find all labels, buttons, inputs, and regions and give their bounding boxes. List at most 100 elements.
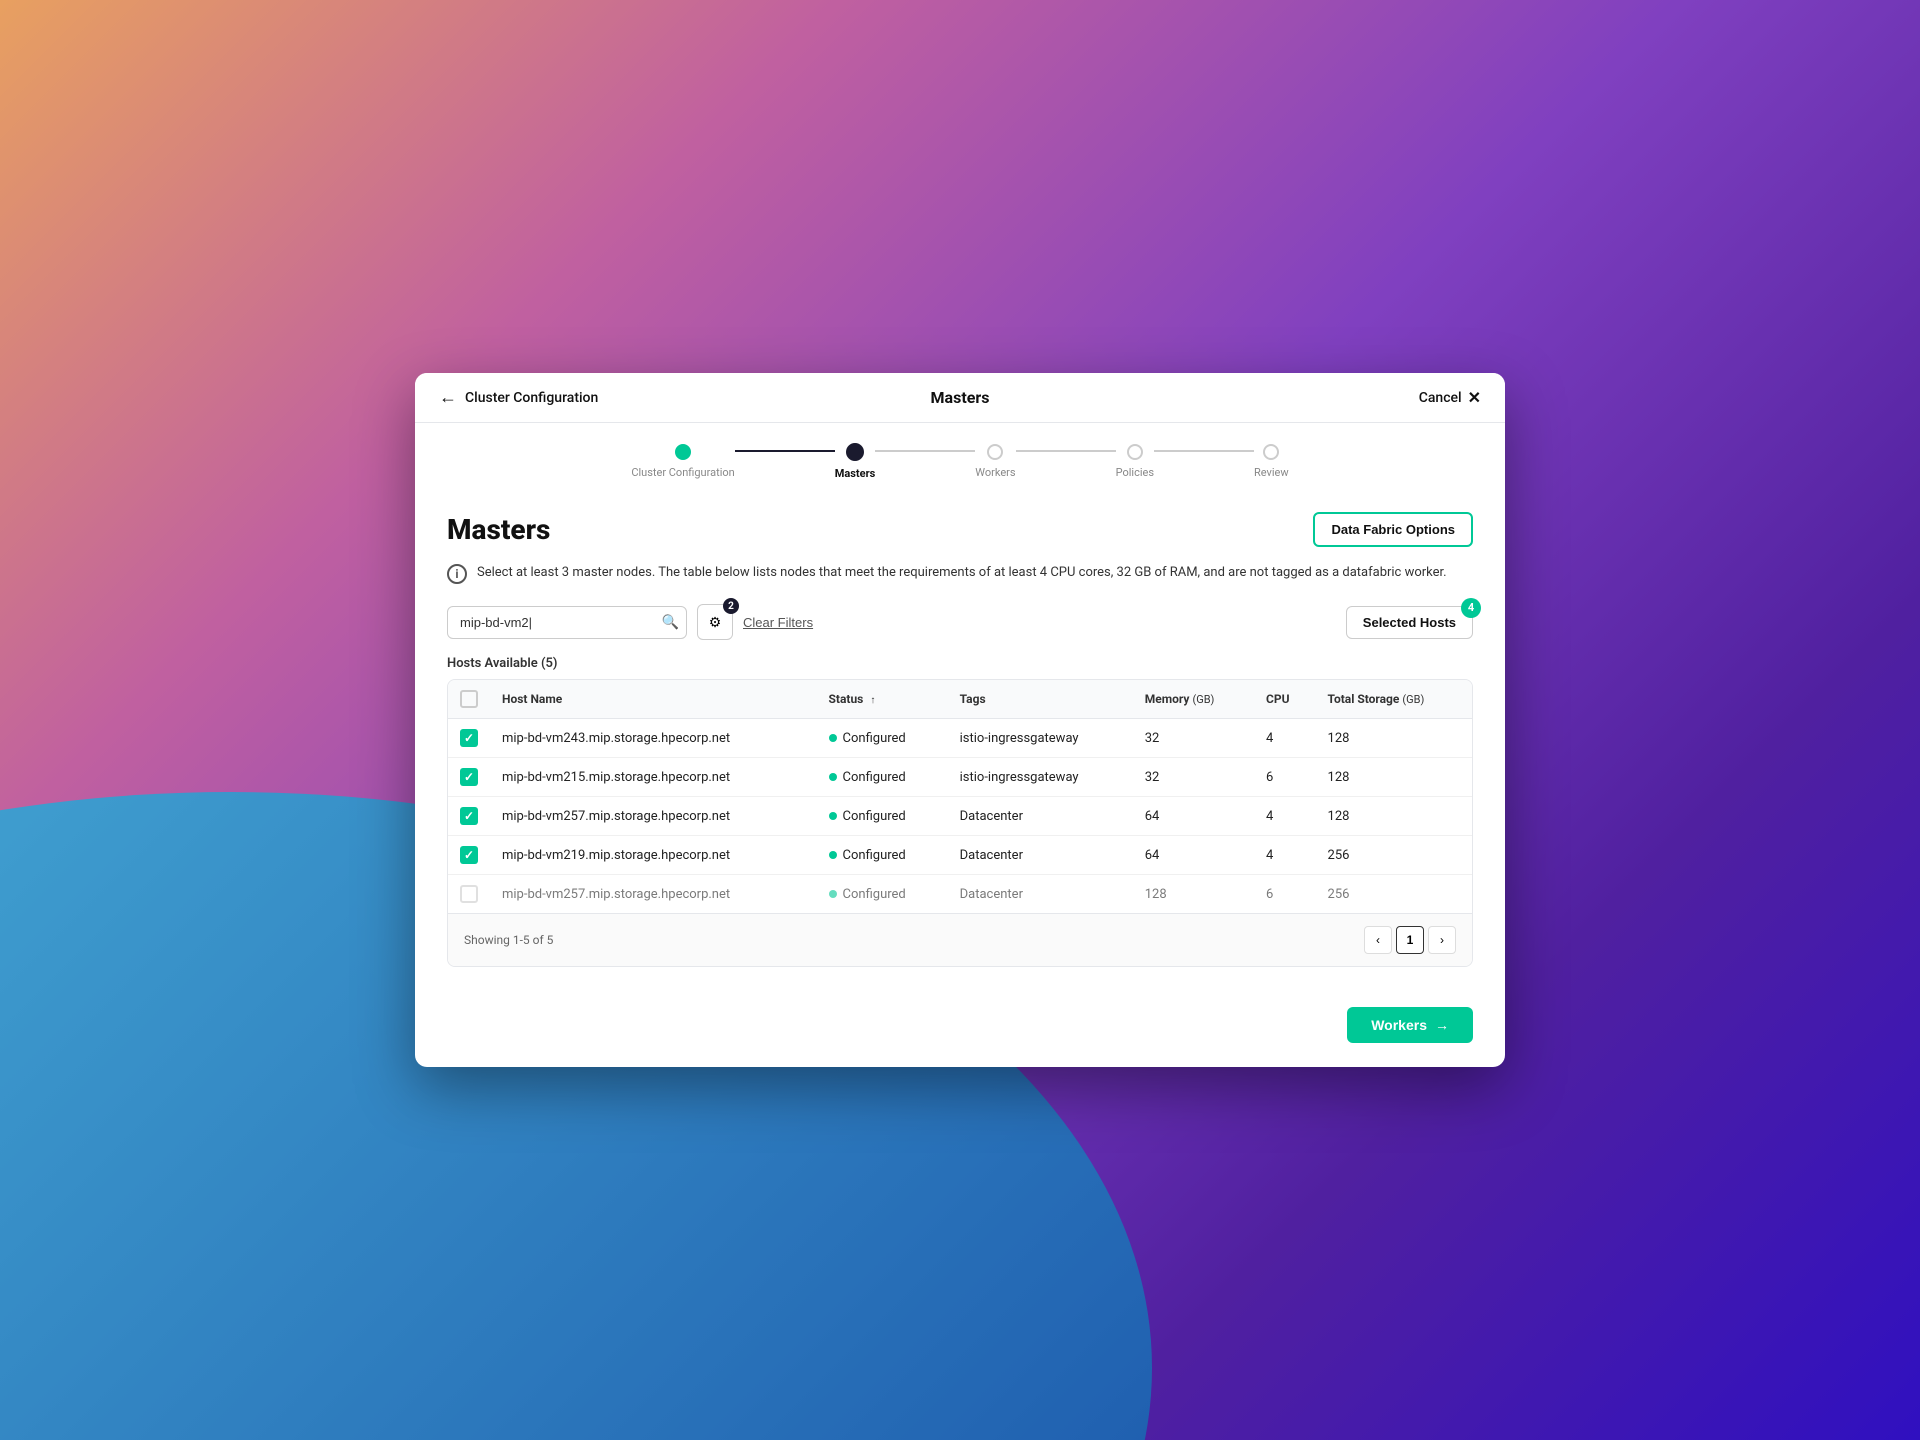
- select-all-checkbox[interactable]: [460, 690, 478, 708]
- data-fabric-options-button[interactable]: Data Fabric Options: [1313, 512, 1473, 547]
- table-row: mip-bd-vm219.mip.storage.hpecorp.netConf…: [448, 836, 1472, 875]
- info-row: i Select at least 3 master nodes. The ta…: [447, 563, 1473, 584]
- cell-hostname: mip-bd-vm243.mip.storage.hpecorp.net: [490, 719, 817, 758]
- select-all-header[interactable]: [448, 680, 490, 719]
- status-dot: [829, 773, 837, 781]
- cell-tags: Datacenter: [948, 836, 1133, 875]
- hosts-available-label: Hosts Available (5): [447, 656, 1473, 671]
- search-button[interactable]: 🔍: [662, 614, 679, 631]
- step-label-masters: Masters: [835, 467, 876, 480]
- col-tags: Tags: [948, 680, 1133, 719]
- header: ← Cluster Configuration Masters Cancel ✕: [415, 373, 1505, 423]
- step-review: Review: [1254, 444, 1289, 479]
- cell-cpu: 4: [1254, 719, 1316, 758]
- workers-button-label: Workers: [1371, 1017, 1427, 1033]
- table-row: mip-bd-vm257.mip.storage.hpecorp.netConf…: [448, 875, 1472, 914]
- page-controls: ‹ 1 ›: [1364, 926, 1456, 954]
- col-memory: Memory (GB): [1133, 680, 1254, 719]
- sort-arrow-status: ↑: [870, 695, 875, 706]
- step-dot-masters: [846, 443, 864, 461]
- cell-status: Configured: [817, 758, 948, 797]
- cell-cpu: 4: [1254, 836, 1316, 875]
- cell-memory: 64: [1133, 797, 1254, 836]
- hosts-table-wrap: Host Name Status ↑ Tags Memory (GB) CPU …: [447, 679, 1473, 967]
- page-header-row: Masters Data Fabric Options: [447, 512, 1473, 547]
- cell-status: Configured: [817, 875, 948, 914]
- cancel-button[interactable]: Cancel ✕: [1419, 388, 1481, 407]
- step-dot-review: [1263, 444, 1279, 460]
- status-dot: [829, 851, 837, 859]
- selected-hosts-badge: 4: [1461, 598, 1481, 618]
- cell-cpu: 6: [1254, 758, 1316, 797]
- cell-storage: 256: [1316, 875, 1472, 914]
- step-masters: Masters: [835, 443, 876, 480]
- step-line-4: [1154, 450, 1254, 452]
- row-checkbox-4[interactable]: [460, 885, 478, 903]
- col-hostname: Host Name: [490, 680, 817, 719]
- bottom-action-row: Workers →: [415, 991, 1505, 1067]
- cell-hostname: mip-bd-vm257.mip.storage.hpecorp.net: [490, 797, 817, 836]
- cell-status: Configured: [817, 836, 948, 875]
- row-checkbox-3[interactable]: [460, 846, 478, 864]
- breadcrumb: Cluster Configuration: [465, 390, 598, 406]
- prev-page-button[interactable]: ‹: [1364, 926, 1392, 954]
- cell-cpu: 6: [1254, 875, 1316, 914]
- table-row: mip-bd-vm243.mip.storage.hpecorp.netConf…: [448, 719, 1472, 758]
- header-title: Masters: [931, 388, 990, 407]
- workers-arrow-icon: →: [1435, 1017, 1449, 1033]
- filter-badge: 2: [723, 598, 739, 614]
- step-dot-cluster: [675, 444, 691, 460]
- step-label-workers: Workers: [975, 466, 1015, 479]
- row-checkbox-1[interactable]: [460, 768, 478, 786]
- row-checkbox-0[interactable]: [460, 729, 478, 747]
- step-dot-workers: [987, 444, 1003, 460]
- cell-storage: 128: [1316, 719, 1472, 758]
- search-input[interactable]: [447, 606, 687, 639]
- cell-hostname: mip-bd-vm219.mip.storage.hpecorp.net: [490, 836, 817, 875]
- step-label-policies: Policies: [1116, 466, 1154, 479]
- next-page-button[interactable]: ›: [1428, 926, 1456, 954]
- cell-memory: 32: [1133, 758, 1254, 797]
- cell-cpu: 4: [1254, 797, 1316, 836]
- filter-row: 🔍 ⚙ 2 Clear Filters Selected Hosts 4: [447, 604, 1473, 640]
- step-workers: Workers: [975, 444, 1015, 479]
- cell-memory: 64: [1133, 836, 1254, 875]
- table-body: mip-bd-vm243.mip.storage.hpecorp.netConf…: [448, 719, 1472, 914]
- workers-button[interactable]: Workers →: [1347, 1007, 1473, 1043]
- selected-hosts-btn-wrap: Selected Hosts 4: [1346, 606, 1473, 639]
- step-line-3: [1016, 450, 1116, 452]
- col-storage: Total Storage (GB): [1316, 680, 1472, 719]
- cell-tags: istio-ingressgateway: [948, 758, 1133, 797]
- clear-filters-button[interactable]: Clear Filters: [743, 615, 813, 630]
- row-checkbox-2[interactable]: [460, 807, 478, 825]
- step-policies: Policies: [1116, 444, 1154, 479]
- cell-tags: Datacenter: [948, 875, 1133, 914]
- filter-btn-wrap: ⚙ 2: [697, 604, 733, 640]
- back-arrow-icon: ←: [439, 387, 457, 408]
- showing-text: Showing 1-5 of 5: [464, 933, 553, 947]
- table-header-row: Host Name Status ↑ Tags Memory (GB) CPU …: [448, 680, 1472, 719]
- selected-hosts-button[interactable]: Selected Hosts: [1346, 606, 1473, 639]
- col-status[interactable]: Status ↑: [817, 680, 948, 719]
- status-dot: [829, 812, 837, 820]
- cell-memory: 32: [1133, 719, 1254, 758]
- cancel-label: Cancel: [1419, 390, 1462, 406]
- step-label-review: Review: [1254, 466, 1289, 479]
- cell-memory: 128: [1133, 875, 1254, 914]
- step-dot-policies: [1127, 444, 1143, 460]
- page-1-button[interactable]: 1: [1396, 926, 1424, 954]
- back-button[interactable]: ← Cluster Configuration: [439, 387, 598, 408]
- step-line-1: [735, 450, 835, 452]
- step-line-2: [875, 450, 975, 452]
- hosts-table: Host Name Status ↑ Tags Memory (GB) CPU …: [448, 680, 1472, 913]
- table-row: mip-bd-vm215.mip.storage.hpecorp.netConf…: [448, 758, 1472, 797]
- col-cpu: CPU: [1254, 680, 1316, 719]
- cell-hostname: mip-bd-vm215.mip.storage.hpecorp.net: [490, 758, 817, 797]
- status-dot: [829, 890, 837, 898]
- cell-storage: 128: [1316, 797, 1472, 836]
- content-area: Masters Data Fabric Options i Select at …: [415, 488, 1505, 991]
- page-title: Masters: [447, 513, 550, 546]
- cell-hostname: mip-bd-vm257.mip.storage.hpecorp.net: [490, 875, 817, 914]
- info-text: Select at least 3 master nodes. The tabl…: [477, 563, 1447, 583]
- cell-storage: 256: [1316, 836, 1472, 875]
